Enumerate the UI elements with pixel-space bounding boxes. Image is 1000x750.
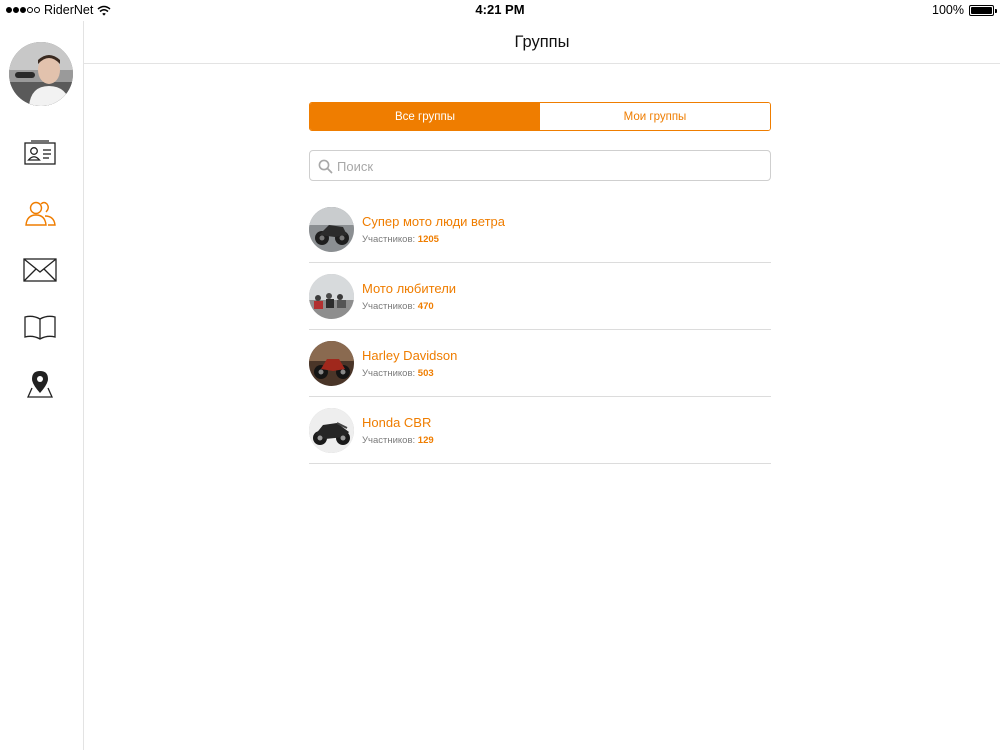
list-item[interactable]: Супер мото люди ветра Участников: 1205: [309, 196, 771, 263]
map-pin-icon: [26, 371, 54, 398]
nav-messages[interactable]: [22, 252, 58, 288]
list-item[interactable]: Мото любители Участников: 470: [309, 263, 771, 330]
status-time: 4:21 PM: [475, 2, 525, 17]
list-item[interactable]: Harley Davidson Участников: 503: [309, 330, 771, 397]
group-name: Honda CBR: [362, 415, 432, 430]
group-members: Участников: 470: [362, 301, 434, 312]
group-avatar: [309, 274, 354, 319]
group-members: Участников: 503: [362, 368, 434, 379]
members-count: 1205: [417, 234, 439, 245]
battery-percent: 100%: [932, 3, 964, 17]
sidebar: [0, 21, 84, 750]
group-list: Супер мото люди ветра Участников: 1205 М…: [309, 196, 771, 464]
nav-map[interactable]: [22, 366, 58, 402]
group-avatar: [309, 341, 354, 386]
tab-my-groups[interactable]: Мои группы: [540, 103, 770, 130]
group-members: Участников: 129: [362, 435, 434, 446]
status-right: 100%: [932, 3, 997, 17]
nav-journal[interactable]: [22, 309, 58, 345]
book-icon: [24, 315, 56, 340]
page-title: Группы: [514, 33, 570, 51]
battery-icon: [969, 4, 997, 16]
members-count: 129: [417, 435, 434, 446]
members-label: Участников:: [362, 435, 416, 446]
contact-card-icon: [24, 140, 56, 165]
navigation-bar: Группы: [84, 21, 1000, 64]
status-bar: RiderNet 4:21 PM 100%: [0, 0, 1000, 21]
group-people-icon: [25, 201, 56, 226]
avatar[interactable]: [9, 42, 73, 106]
group-name: Harley Davidson: [362, 348, 458, 363]
nav-groups[interactable]: [22, 195, 58, 231]
avatar-photo: [9, 42, 73, 106]
list-item[interactable]: Honda CBR Участников: 129: [309, 397, 771, 464]
search-field: [309, 150, 771, 181]
tab-all-groups[interactable]: Все группы: [310, 103, 540, 130]
mail-icon: [23, 258, 57, 282]
group-avatar: [309, 207, 354, 252]
members-label: Участников:: [362, 301, 416, 312]
group-name: Мото любители: [362, 281, 457, 296]
group-avatar: [309, 408, 354, 453]
members-count: 503: [417, 368, 434, 379]
search-icon: [318, 159, 333, 174]
members-label: Участников:: [362, 368, 416, 379]
nav-contacts[interactable]: [22, 135, 58, 171]
groups-segmented-control: Все группы Мои группы: [309, 102, 771, 131]
search-input[interactable]: [337, 155, 757, 177]
members-count: 470: [417, 301, 434, 312]
group-name: Супер мото люди ветра: [362, 214, 506, 229]
group-members: Участников: 1205: [362, 234, 439, 245]
members-label: Участников:: [362, 234, 416, 245]
